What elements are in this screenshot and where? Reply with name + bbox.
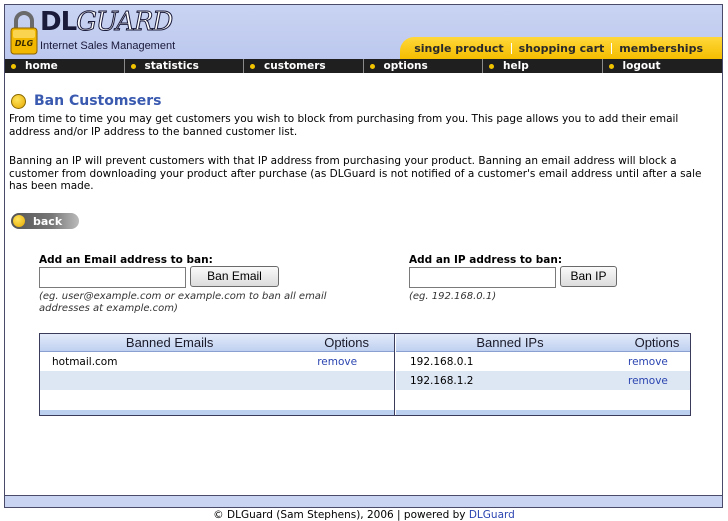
logo-accent: GUARD (76, 7, 174, 38)
nav-help[interactable]: help (483, 59, 603, 73)
logo: DLGUARD (40, 7, 174, 38)
ip-form-label: Add an IP address to ban: (409, 254, 563, 266)
column-header-options: Options (324, 335, 370, 350)
logo-badge: DLG (15, 39, 34, 48)
banned-email-value: hotmail.com (52, 355, 118, 368)
tagline: Internet Sales Management (40, 40, 176, 52)
remove-email-link[interactable]: remove (317, 356, 394, 368)
column-header-options: Options (634, 335, 680, 350)
main-nav: home statistics customers options help l… (5, 59, 722, 73)
tab-shopping-cart[interactable]: shopping cart (512, 42, 612, 55)
nav-label: logout (622, 60, 661, 72)
ip-hint: (eg. 192.168.0.1) (409, 291, 497, 302)
app-frame: DLG DLGUARD Internet Sales Management si… (4, 4, 723, 508)
nav-label: statistics (144, 60, 199, 72)
explain-text: Banning an IP will prevent customers wit… (9, 155, 702, 192)
page-footer: © DLGuard (Sam Stephens), 2006 | powered… (0, 509, 728, 521)
remove-ip-link[interactable]: remove (628, 356, 690, 368)
nav-label: options (383, 60, 428, 72)
back-label: back (33, 214, 63, 228)
table-header: Banned IPs Options (396, 334, 690, 352)
banned-emails-table: Banned Emails Options hotmail.com remove (40, 334, 395, 415)
nav-statistics[interactable]: statistics (125, 59, 244, 73)
logo-main: DL (40, 7, 77, 37)
remove-ip-link[interactable]: remove (628, 375, 690, 387)
table-row-empty (40, 371, 394, 390)
column-header-banned-emails: Banned Emails (125, 335, 214, 350)
tab-memberships[interactable]: memberships (612, 42, 710, 55)
nav-logout[interactable]: logout (603, 59, 723, 73)
column-header-banned-ips: Banned IPs (476, 335, 544, 350)
nav-home[interactable]: home (5, 59, 125, 73)
banned-lists: Banned Emails Options hotmail.com remove… (39, 333, 691, 416)
bullet-icon (11, 63, 16, 69)
footer-link[interactable]: DLGuard (469, 509, 515, 521)
bullet-icon (250, 63, 255, 69)
email-input[interactable] (39, 267, 186, 288)
nav-options[interactable]: options (364, 59, 483, 73)
page-heading: Ban Customsers (11, 93, 162, 109)
bullet-icon (130, 63, 136, 69)
table-row: 192.168.1.2 remove (396, 371, 690, 390)
bullet-icon (489, 63, 494, 69)
back-knob-icon (13, 215, 25, 227)
banned-ip-value: 192.168.0.1 (410, 355, 474, 368)
bottom-bar (5, 495, 722, 507)
table-row: 192.168.0.1 remove (396, 352, 690, 371)
bullet-icon (608, 63, 614, 69)
nav-label: home (25, 60, 58, 72)
header: DLG DLGUARD Internet Sales Management si… (5, 5, 722, 59)
table-row: hotmail.com remove (40, 352, 394, 371)
nav-label: help (503, 60, 529, 72)
bullet-icon (369, 63, 375, 69)
ban-email-button[interactable]: Ban Email (190, 266, 279, 287)
tab-single-product[interactable]: single product (407, 42, 510, 55)
heading-bullet-icon (11, 93, 26, 109)
table-header: Banned Emails Options (40, 334, 394, 352)
banned-ip-value: 192.168.1.2 (410, 374, 474, 387)
padlock-icon: DLG (10, 11, 38, 55)
footer-text: © DLGuard (Sam Stephens), 2006 | powered… (213, 509, 466, 521)
email-hint: (eg. user@example.com or example.com to … (39, 291, 327, 314)
back-button[interactable]: back (11, 213, 79, 229)
intro-text: From time to time you may get customers … (9, 113, 679, 138)
email-form-label: Add an Email address to ban: (39, 254, 213, 266)
banned-ips-table: Banned IPs Options 192.168.0.1 remove 19… (396, 334, 690, 415)
product-tabs: single product shopping cart memberships (400, 37, 722, 59)
table-footer (396, 410, 690, 415)
page-title: Ban Customsers (34, 93, 162, 109)
ban-ip-button[interactable]: Ban IP (560, 266, 617, 287)
nav-label: customers (264, 60, 326, 72)
ip-input[interactable] (409, 267, 556, 288)
nav-customers[interactable]: customers (244, 59, 364, 73)
table-footer (40, 410, 394, 415)
